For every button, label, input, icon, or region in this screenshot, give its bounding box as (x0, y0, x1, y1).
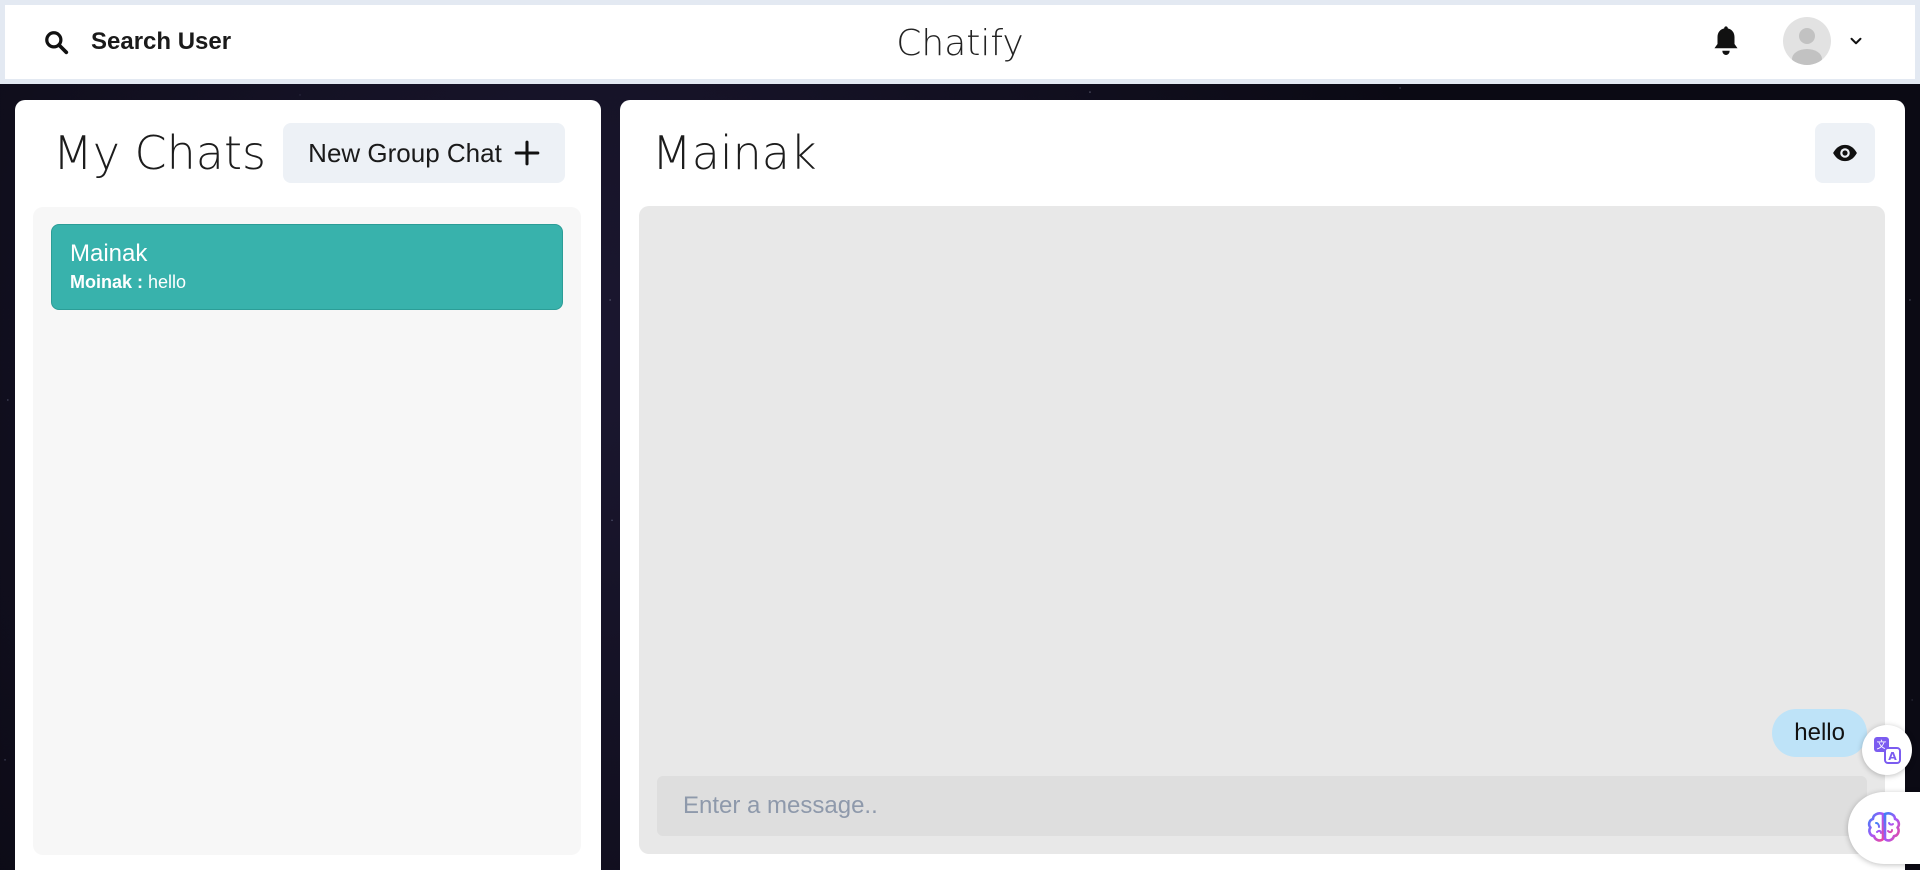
chevron-down-icon (1850, 37, 1862, 45)
chat-title: Mainak (652, 126, 817, 180)
translate-extension-button[interactable]: 文 A (1862, 725, 1912, 775)
my-chats-title: My Chats (53, 126, 266, 180)
app-title: Chatify (896, 23, 1024, 64)
translate-icon: 文 A (1874, 737, 1901, 764)
header-actions (1711, 17, 1865, 65)
chat-item-last-message: hello (148, 272, 187, 292)
search-user-button[interactable]: Search User (43, 28, 231, 56)
bell-icon[interactable] (1711, 24, 1741, 58)
message-bubble: hello (1772, 709, 1867, 757)
user-avatar-icon (1783, 17, 1831, 65)
chat-item-sender: Moinak : (70, 272, 144, 292)
new-group-chat-label: New Group Chat (308, 137, 502, 168)
brain-icon (1867, 812, 1901, 842)
search-user-label: Search User (91, 28, 232, 55)
chat-list: Mainak Moinak : hello (33, 207, 581, 855)
ai-assistant-extension-button[interactable] (1848, 792, 1920, 864)
svg-text:A: A (1888, 750, 1897, 763)
view-profile-button[interactable] (1815, 123, 1875, 183)
plus-icon (514, 140, 540, 166)
eye-icon (1833, 144, 1857, 162)
chat-item-preview: Moinak : hello (70, 272, 544, 293)
top-bar: Search User Chatify (0, 0, 1920, 84)
profile-menu-button[interactable] (1783, 17, 1865, 65)
chat-list-item[interactable]: Mainak Moinak : hello (51, 224, 563, 310)
search-icon (45, 31, 69, 55)
chat-item-name: Mainak (70, 240, 148, 267)
my-chats-panel: My Chats New Group Chat Mainak Moinak : … (15, 100, 601, 870)
chat-panel: Mainak hello (620, 100, 1905, 870)
message-input[interactable] (657, 776, 1867, 836)
new-group-chat-button[interactable]: New Group Chat (283, 123, 565, 183)
messages-area: hello (639, 206, 1885, 854)
